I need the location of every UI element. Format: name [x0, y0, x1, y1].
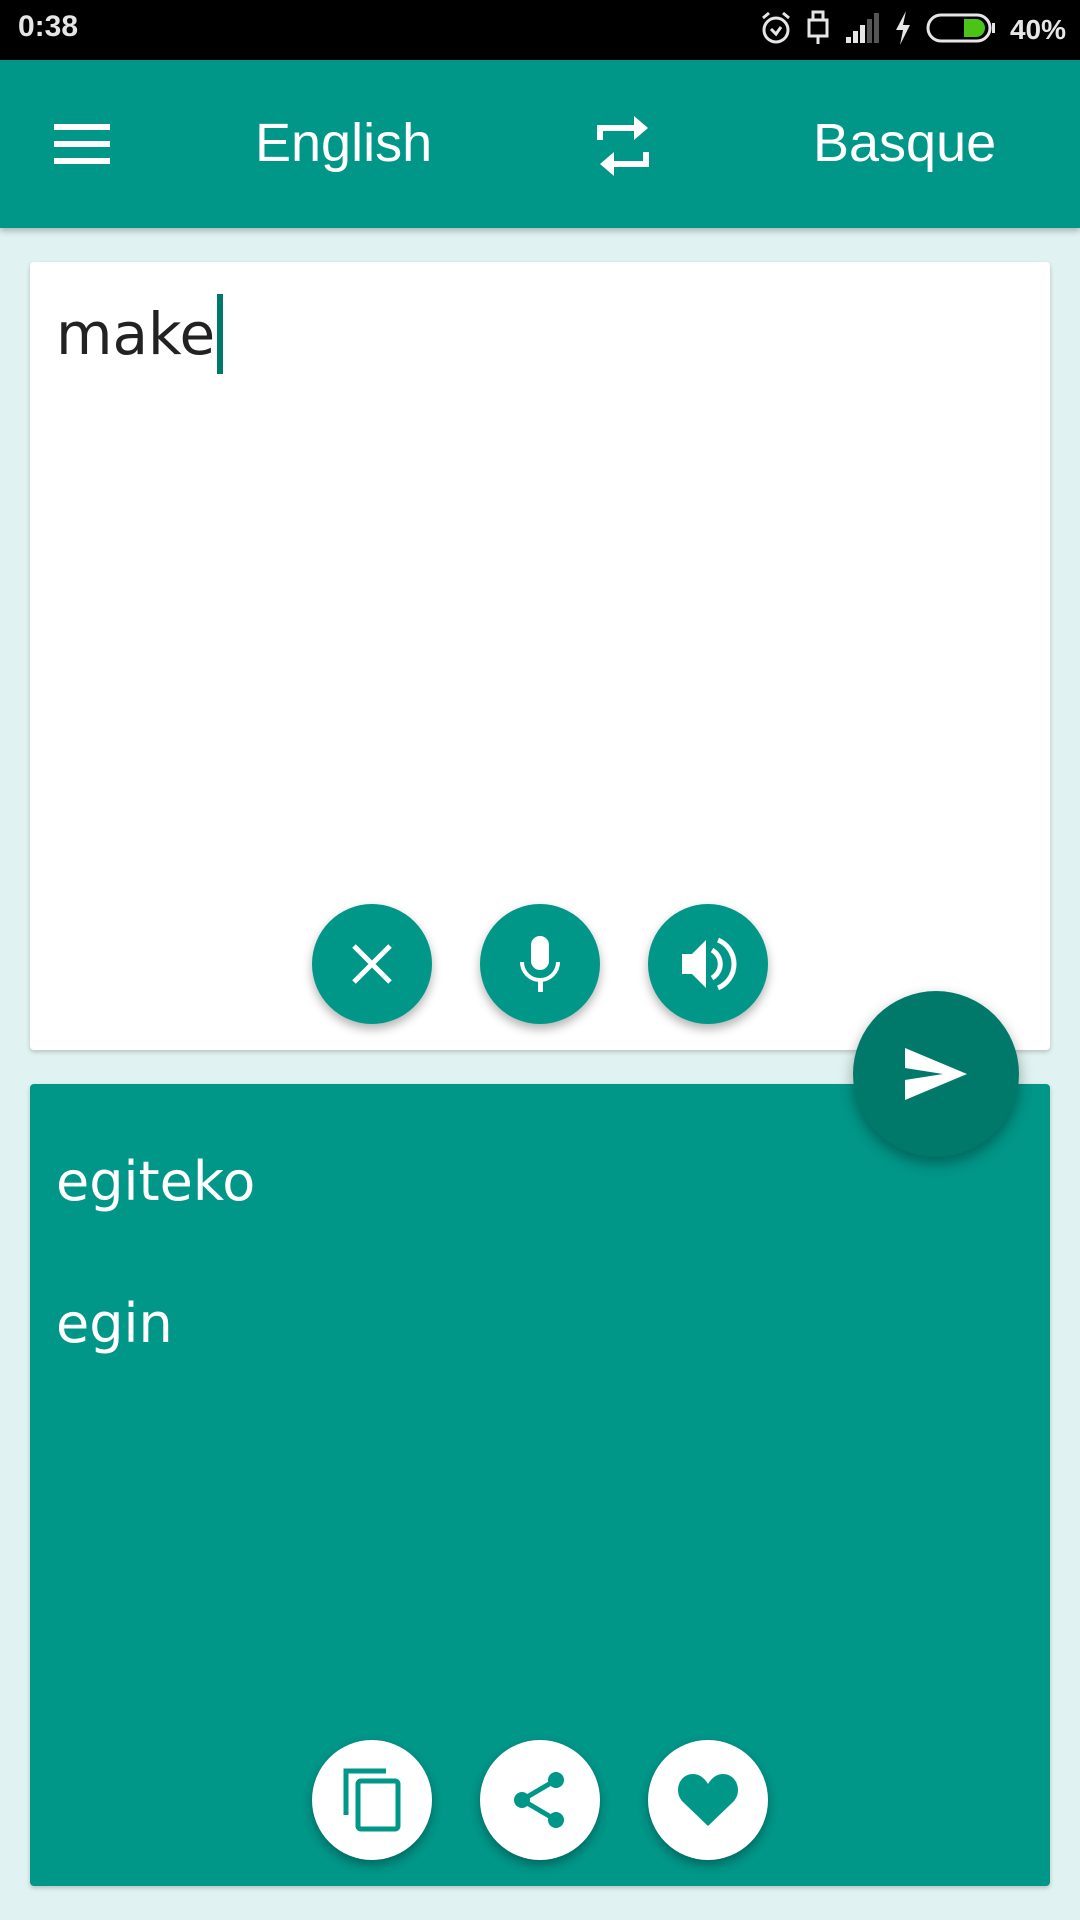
microphone-icon	[520, 936, 560, 992]
target-language-button[interactable]: Basque	[813, 112, 996, 174]
send-icon	[905, 1048, 967, 1100]
translation-result: egiteko	[56, 1150, 256, 1213]
status-bar: 0:38 40%	[0, 0, 1080, 60]
status-icons: 40%	[760, 10, 1066, 50]
translate-button[interactable]	[853, 991, 1019, 1157]
share-button[interactable]	[480, 1740, 600, 1860]
heart-icon	[678, 1774, 738, 1826]
alarm-icon	[760, 10, 792, 50]
source-text: make	[56, 300, 216, 368]
speaker-icon	[682, 937, 737, 991]
speak-button[interactable]	[648, 904, 768, 1024]
app-bar: English Basque	[0, 60, 1080, 228]
share-icon	[514, 1772, 564, 1828]
signal-icon	[844, 13, 880, 47]
copy-button[interactable]	[312, 1740, 432, 1860]
output-card: egiteko egin	[30, 1084, 1050, 1886]
usb-icon	[806, 10, 830, 50]
close-icon	[352, 944, 392, 984]
battery-percent: 40%	[1009, 14, 1066, 45]
voice-input-button[interactable]	[480, 904, 600, 1024]
status-time: 0:38	[18, 10, 79, 43]
menu-button[interactable]	[54, 124, 112, 164]
swap-languages-icon	[597, 116, 649, 176]
clear-button[interactable]	[312, 904, 432, 1024]
swap-languages-button[interactable]	[594, 114, 654, 178]
source-text-input[interactable]: make	[56, 294, 224, 374]
source-language-button[interactable]: English	[255, 112, 432, 174]
charging-icon	[894, 11, 912, 49]
text-caret	[217, 294, 224, 374]
battery-icon	[926, 13, 996, 47]
input-card: make	[30, 262, 1050, 1050]
copy-icon	[343, 1768, 401, 1832]
favorite-button[interactable]	[648, 1740, 768, 1860]
translation-result: egin	[56, 1292, 173, 1355]
